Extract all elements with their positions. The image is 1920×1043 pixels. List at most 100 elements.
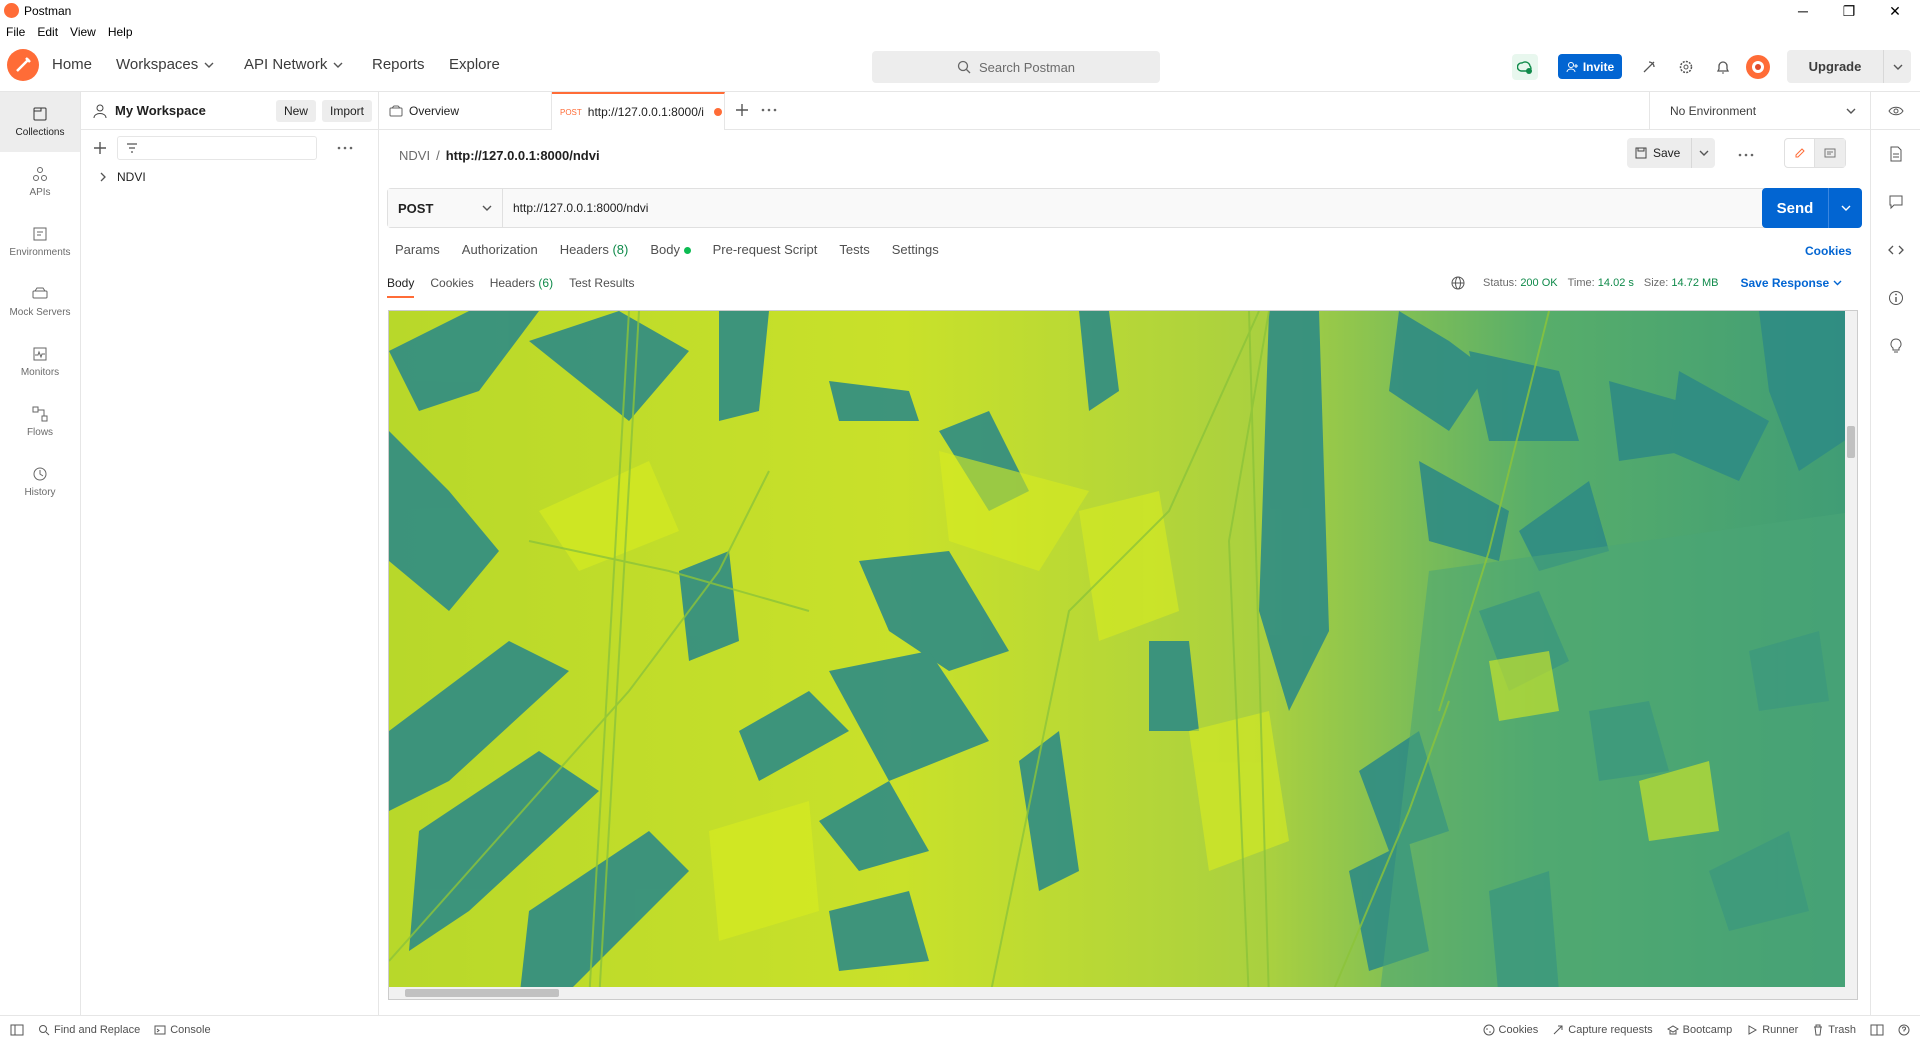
horizontal-scrollbar[interactable] bbox=[389, 987, 1847, 999]
sidebar-item-flows[interactable]: Flows bbox=[0, 392, 80, 452]
response-headers-count: (6) bbox=[538, 276, 554, 290]
capture-requests-button[interactable]: Capture requests bbox=[1552, 1024, 1653, 1036]
nav-reports[interactable]: Reports bbox=[372, 56, 425, 73]
close-button[interactable]: ✕ bbox=[1872, 0, 1918, 22]
vertical-scroll-thumb[interactable] bbox=[1847, 426, 1855, 458]
sidebar-item-mock-servers[interactable]: Mock Servers bbox=[0, 272, 80, 332]
add-collection-icon[interactable] bbox=[93, 141, 107, 155]
maximize-button[interactable]: ❐ bbox=[1826, 0, 1872, 22]
status-info: Status: 200 OK bbox=[1483, 277, 1558, 289]
chevron-down-icon bbox=[482, 203, 492, 213]
postman-logo-icon[interactable] bbox=[7, 49, 39, 81]
send-button[interactable]: Send bbox=[1762, 188, 1862, 228]
runner-button[interactable]: Runner bbox=[1746, 1024, 1798, 1036]
tab-tests[interactable]: Tests bbox=[839, 242, 869, 257]
tab-response-body[interactable]: Body bbox=[387, 276, 415, 298]
status-label: Status: bbox=[1483, 277, 1518, 289]
menu-file[interactable]: File bbox=[6, 22, 25, 42]
comment-icon[interactable] bbox=[1815, 139, 1845, 167]
search-input[interactable]: Search Postman bbox=[872, 51, 1160, 83]
cookies-button[interactable]: Cookies bbox=[1483, 1024, 1538, 1036]
chevron-down-icon[interactable] bbox=[1883, 50, 1911, 83]
more-options-icon[interactable] bbox=[1738, 153, 1754, 157]
tab-pre-request-script[interactable]: Pre-request Script bbox=[713, 242, 818, 257]
satellite-icon[interactable] bbox=[1636, 54, 1662, 80]
tab-params[interactable]: Params bbox=[395, 242, 440, 257]
new-tab-icon[interactable] bbox=[735, 103, 749, 117]
new-button[interactable]: New bbox=[275, 99, 316, 122]
send-label: Send bbox=[1776, 199, 1814, 217]
save-response-label: Save Response bbox=[1740, 276, 1830, 290]
breadcrumb-request[interactable]: http://127.0.0.1:8000/ndvi bbox=[446, 148, 600, 163]
cookies-link[interactable]: Cookies bbox=[1805, 244, 1852, 258]
avatar[interactable] bbox=[1745, 54, 1771, 80]
tab-method: POST bbox=[560, 107, 582, 117]
more-tabs-icon[interactable] bbox=[761, 108, 777, 112]
documentation-icon[interactable] bbox=[1871, 130, 1920, 178]
collection-item-ndvi[interactable]: NDVI bbox=[81, 166, 378, 188]
tab-overview[interactable]: Overview bbox=[379, 92, 552, 130]
upgrade-button[interactable]: Upgrade bbox=[1787, 50, 1911, 83]
nav-workspaces[interactable]: Workspaces bbox=[116, 56, 214, 73]
comments-icon[interactable] bbox=[1871, 178, 1920, 226]
environment-selector[interactable]: No Environment bbox=[1649, 92, 1870, 130]
body-indicator-dot bbox=[683, 247, 691, 254]
help-icon[interactable] bbox=[1898, 1024, 1910, 1036]
settings-gear-icon[interactable] bbox=[1673, 54, 1699, 80]
sidebar-item-environments[interactable]: Environments bbox=[0, 212, 80, 272]
chevron-down-icon bbox=[333, 60, 343, 70]
nav-explore[interactable]: Explore bbox=[449, 56, 500, 73]
find-replace-button[interactable]: Find and Replace bbox=[38, 1024, 140, 1036]
code-icon[interactable] bbox=[1871, 226, 1920, 274]
sidebar-item-collections[interactable]: Collections bbox=[0, 92, 80, 152]
save-button[interactable]: Save bbox=[1627, 138, 1715, 168]
menu-edit[interactable]: Edit bbox=[37, 22, 58, 42]
sidebar-item-monitors[interactable]: Monitors bbox=[0, 332, 80, 392]
menu-view[interactable]: View bbox=[70, 22, 96, 42]
nav-home[interactable]: Home bbox=[52, 56, 92, 73]
chevron-down-icon[interactable] bbox=[1691, 138, 1715, 168]
lightbulb-icon[interactable] bbox=[1871, 322, 1920, 370]
more-options-icon[interactable] bbox=[337, 146, 353, 150]
environment-quick-look-icon[interactable] bbox=[1871, 92, 1920, 130]
nav-home-label: Home bbox=[52, 56, 93, 73]
tab-settings[interactable]: Settings bbox=[892, 242, 939, 257]
nav-api-network[interactable]: API Network bbox=[244, 56, 343, 73]
nav-reports-label: Reports bbox=[372, 56, 425, 73]
edit-pencil-icon[interactable] bbox=[1785, 139, 1816, 167]
tab-response-cookies[interactable]: Cookies bbox=[430, 276, 473, 298]
globe-icon[interactable] bbox=[1451, 276, 1465, 290]
invite-button[interactable]: Invite bbox=[1558, 54, 1622, 79]
tab-request-ndvi[interactable]: POST http://127.0.0.1:8000/i bbox=[552, 92, 725, 130]
horizontal-scroll-thumb[interactable] bbox=[405, 989, 559, 997]
sidebar-item-history[interactable]: History bbox=[0, 452, 80, 512]
toggle-sidebar-icon[interactable] bbox=[10, 1024, 24, 1036]
save-response-button[interactable]: Save Response bbox=[1741, 276, 1842, 290]
menu-help[interactable]: Help bbox=[108, 22, 133, 42]
tab-headers[interactable]: Headers (8) bbox=[560, 242, 629, 257]
breadcrumb-collection[interactable]: NDVI bbox=[399, 148, 430, 163]
sidebar-item-label: Environments bbox=[9, 247, 71, 258]
url-input[interactable]: http://127.0.0.1:8000/ndvi bbox=[503, 189, 1798, 227]
vertical-scrollbar[interactable] bbox=[1845, 311, 1857, 999]
trash-button[interactable]: Trash bbox=[1812, 1024, 1856, 1036]
tab-response-headers[interactable]: Headers (6) bbox=[490, 276, 553, 298]
notifications-bell-icon[interactable] bbox=[1710, 54, 1736, 80]
response-image-viewer[interactable] bbox=[388, 310, 1858, 1000]
import-button[interactable]: Import bbox=[321, 99, 372, 122]
console-button[interactable]: Console bbox=[154, 1024, 211, 1036]
sidebar-item-apis[interactable]: APIs bbox=[0, 152, 80, 212]
workspace-name[interactable]: My Workspace bbox=[115, 103, 276, 118]
bootcamp-button[interactable]: Bootcamp bbox=[1666, 1024, 1732, 1036]
tab-authorization[interactable]: Authorization bbox=[462, 242, 538, 257]
tab-test-results[interactable]: Test Results bbox=[569, 276, 634, 298]
filter-input[interactable] bbox=[117, 136, 317, 160]
method-select[interactable]: POST bbox=[388, 189, 503, 227]
two-pane-icon[interactable] bbox=[1870, 1024, 1884, 1036]
chevron-down-icon[interactable] bbox=[1828, 188, 1862, 228]
size-label: Size: bbox=[1643, 277, 1669, 289]
minimize-button[interactable]: ─ bbox=[1780, 0, 1826, 22]
info-icon[interactable] bbox=[1871, 274, 1920, 322]
tab-body[interactable]: Body bbox=[650, 242, 691, 257]
sync-status-icon[interactable] bbox=[1512, 54, 1538, 80]
